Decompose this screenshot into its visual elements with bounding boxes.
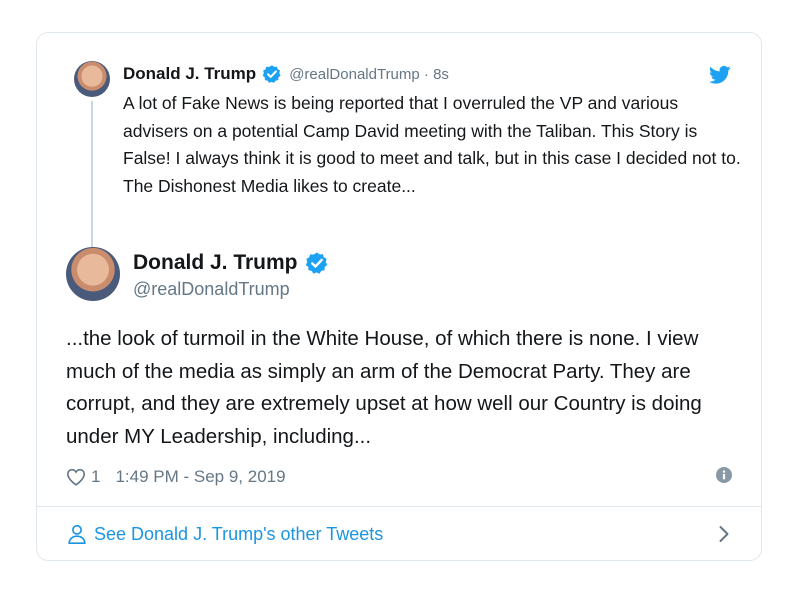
like-count[interactable]: 1 [91, 467, 100, 487]
heart-icon[interactable] [66, 468, 86, 486]
see-other-tweets-label[interactable]: See Donald J. Trump's other Tweets [94, 524, 383, 545]
tweet-embed-card: Donald J. Trump @realDonaldTrump · 8s A … [36, 32, 762, 561]
verified-badge-icon [262, 65, 281, 83]
person-icon [68, 524, 86, 544]
verified-badge-icon [305, 252, 327, 274]
see-other-tweets-link[interactable]: See Donald J. Trump's other Tweets [66, 519, 732, 549]
parent-tweet-header: Donald J. Trump @realDonaldTrump · 8s [123, 63, 449, 85]
info-icon[interactable] [716, 467, 732, 483]
twitter-bird-icon[interactable] [709, 65, 731, 85]
parent-handle-time[interactable]: @realDonaldTrump · 8s [289, 66, 449, 83]
tweet-timestamp[interactable]: 1:49 PM - Sep 9, 2019 [115, 467, 285, 487]
tweet-meta-row: 1 1:49 PM - Sep 9, 2019 [66, 465, 732, 489]
main-tweet-text: ...the look of turmoil in the White Hous… [66, 327, 702, 448]
parent-avatar[interactable] [74, 61, 110, 97]
main-author-handle[interactable]: @realDonaldTrump [133, 279, 290, 300]
footer-divider [37, 506, 761, 507]
parent-tweet-text: A lot of Fake News is being reported tha… [123, 93, 741, 196]
thread-connector-line [91, 101, 93, 247]
main-author-name[interactable]: Donald J. Trump [133, 251, 298, 275]
main-avatar[interactable] [66, 247, 120, 301]
main-tweet-header: Donald J. Trump [133, 251, 329, 275]
parent-author-name[interactable]: Donald J. Trump [123, 64, 256, 84]
chevron-right-icon[interactable] [718, 525, 730, 543]
